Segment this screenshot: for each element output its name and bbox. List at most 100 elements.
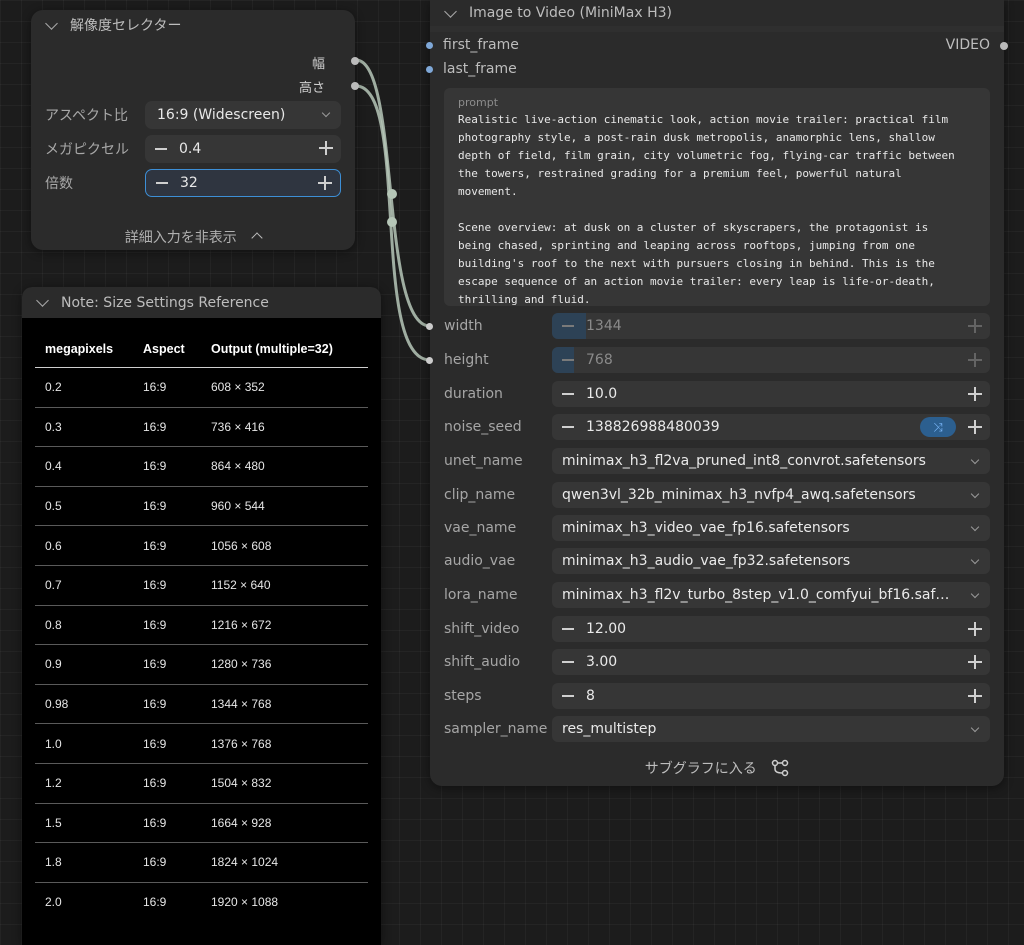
noise-seed-stepper[interactable]: 138826988480039 ⤨ — [552, 414, 990, 440]
aspect-select[interactable]: 16:9 (Widescreen) — [145, 101, 341, 129]
input-first-frame-dot[interactable] — [426, 42, 433, 49]
decrement-icon[interactable] — [562, 661, 574, 663]
size-reference-note-node[interactable]: Note: Size Settings Reference megapixels… — [22, 287, 381, 945]
shift-video-label: shift_video — [444, 621, 520, 637]
sampler-select[interactable]: res_multistep — [552, 716, 990, 742]
cell-megapixels: 0.2 — [35, 367, 133, 408]
cell-aspect: 16:9 — [133, 803, 201, 844]
width-widget: width 1344 — [444, 313, 990, 339]
table-row: 0.8 16:9 1216 × 672 — [35, 605, 368, 646]
multiple-stepper[interactable]: 32 — [145, 169, 341, 197]
height-label: height — [444, 352, 489, 368]
output-width-dot[interactable] — [351, 57, 359, 65]
table-row: 1.8 16:9 1824 × 1024 — [35, 842, 368, 883]
vae-widget: vae_name minimax_h3_video_vae_fp16.safet… — [444, 515, 990, 541]
cell-output: 960 × 544 — [201, 486, 368, 527]
cell-aspect: 16:9 — [133, 486, 201, 527]
unet-select[interactable]: minimax_h3_fl2va_pruned_int8_convrot.saf… — [552, 448, 990, 474]
clip-select[interactable]: qwen3vl_32b_minimax_h3_nvfp4_awq.safeten… — [552, 482, 990, 508]
collapse-chevron-icon[interactable] — [444, 4, 457, 18]
cell-output: 608 × 352 — [201, 367, 368, 408]
noise-seed-label: noise_seed — [444, 419, 522, 435]
input-width-dot[interactable] — [426, 323, 433, 330]
cell-megapixels: 0.6 — [35, 525, 133, 566]
shuffle-icon[interactable]: ⤨ — [920, 417, 956, 437]
input-last-frame-label: last_frame — [443, 61, 517, 77]
decrement-icon[interactable] — [562, 628, 574, 630]
cell-megapixels: 0.98 — [35, 684, 133, 725]
video-node-header[interactable]: Image to Video (MiniMax H3) — [430, 0, 1004, 26]
hide-advanced-toggle[interactable]: 詳細入力を非表示 — [31, 227, 355, 247]
increment-icon[interactable] — [968, 420, 982, 434]
output-height-dot[interactable] — [351, 82, 359, 90]
shift-video-stepper[interactable]: 12.00 — [552, 616, 990, 642]
decrement-icon[interactable] — [155, 148, 167, 150]
cell-output: 1664 × 928 — [201, 803, 368, 844]
prompt-textarea[interactable]: prompt Realistic live-action cinematic l… — [444, 88, 990, 306]
dropdown-chevron-icon — [970, 723, 980, 733]
increment-icon[interactable] — [318, 176, 332, 190]
shift-audio-stepper[interactable]: 3.00 — [552, 649, 990, 675]
megapixel-value: 0.4 — [179, 141, 202, 157]
enter-subgraph-button[interactable]: サブグラフに入る — [430, 758, 1004, 778]
note-node-header[interactable]: Note: Size Settings Reference — [22, 287, 381, 318]
audio-vae-value: minimax_h3_audio_vae_fp32.safetensors — [562, 553, 851, 569]
table-row: 0.5 16:9 960 × 544 — [35, 486, 368, 527]
collapse-chevron-icon[interactable] — [45, 16, 58, 30]
decrement-icon[interactable] — [562, 426, 574, 428]
dropdown-chevron-icon — [970, 555, 980, 565]
sampler-value: res_multistep — [562, 721, 657, 737]
dropdown-chevron-icon — [321, 108, 331, 118]
decrement-icon[interactable] — [562, 393, 574, 395]
increment-icon[interactable] — [968, 622, 982, 636]
duration-stepper[interactable]: 10.0 — [552, 381, 990, 407]
cell-megapixels: 1.8 — [35, 842, 133, 883]
shift-video-widget: shift_video 12.00 — [444, 616, 990, 642]
table-row: 0.6 16:9 1056 × 608 — [35, 525, 368, 566]
clip-widget: clip_name qwen3vl_32b_minimax_h3_nvfp4_a… — [444, 482, 990, 508]
increment-icon[interactable] — [968, 387, 982, 401]
lora-select[interactable]: minimax_h3_fl2v_turbo_8step_v1.0_comfyui… — [552, 582, 990, 608]
resolution-selector-node[interactable]: 解像度セレクター 幅 高さ アスペクト比 16:9 (Widescreen) メ… — [31, 10, 359, 250]
reroute-dot-2 — [387, 217, 397, 227]
decrement-icon[interactable] — [562, 359, 574, 361]
dropdown-chevron-icon — [970, 489, 980, 499]
steps-stepper[interactable]: 8 — [552, 683, 990, 709]
cell-aspect: 16:9 — [133, 525, 201, 566]
aspect-value: 16:9 (Widescreen) — [157, 107, 286, 123]
output-height-label: 高さ — [298, 81, 325, 96]
input-last-frame-dot[interactable] — [426, 66, 433, 73]
collapse-chevron-icon[interactable] — [36, 294, 49, 307]
cell-output: 1344 × 768 — [201, 684, 368, 725]
megapixel-stepper[interactable]: 0.4 — [145, 135, 341, 163]
steps-label: steps — [444, 688, 482, 704]
cell-megapixels: 1.2 — [35, 763, 133, 804]
multiple-value: 32 — [180, 175, 198, 191]
decrement-icon[interactable] — [562, 695, 574, 697]
input-height-dot[interactable] — [426, 357, 433, 364]
table-row: 0.3 16:9 736 × 416 — [35, 407, 368, 448]
increment-icon[interactable] — [968, 319, 982, 333]
width-value: 1344 — [586, 318, 622, 334]
cell-megapixels: 1.0 — [35, 723, 133, 764]
width-stepper[interactable]: 1344 — [552, 313, 990, 339]
decrement-icon[interactable] — [562, 325, 574, 327]
note-node-title: Note: Size Settings Reference — [61, 294, 269, 311]
vae-select[interactable]: minimax_h3_video_vae_fp16.safetensors — [552, 515, 990, 541]
clip-value: qwen3vl_32b_minimax_h3_nvfp4_awq.safeten… — [562, 487, 916, 503]
output-video-dot[interactable] — [1000, 42, 1008, 50]
cell-aspect: 16:9 — [143, 895, 167, 910]
audio-vae-select[interactable]: minimax_h3_audio_vae_fp32.safetensors — [552, 548, 990, 574]
steps-widget: steps 8 — [444, 683, 990, 709]
increment-icon[interactable] — [968, 655, 982, 669]
resolution-node-header[interactable]: 解像度セレクター — [31, 10, 355, 40]
increment-icon[interactable] — [968, 689, 982, 703]
input-first-frame-label: first_frame — [443, 37, 519, 53]
increment-icon[interactable] — [968, 353, 982, 367]
height-stepper[interactable]: 768 — [552, 347, 990, 373]
image-to-video-node[interactable]: Image to Video (MiniMax H3) first_frame … — [426, 0, 1008, 786]
table-body: 0.2 16:9 608 × 352 0.3 16:9 736 × 416 0.4 16:9 8… — [35, 367, 368, 922]
decrement-icon[interactable] — [156, 182, 168, 184]
increment-icon[interactable] — [319, 141, 333, 155]
shift-audio-label: shift_audio — [444, 654, 521, 670]
